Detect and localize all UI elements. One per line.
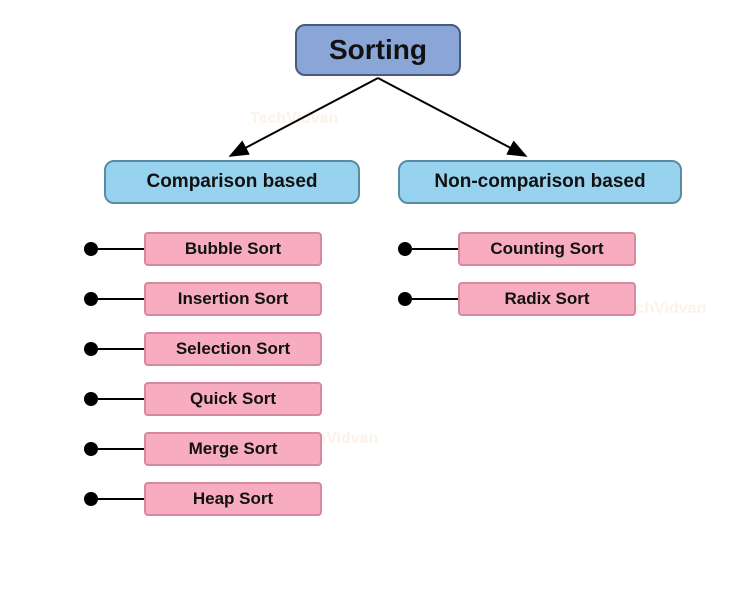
- root-label: Sorting: [329, 34, 427, 66]
- bullet-icon: [84, 242, 98, 256]
- item-label: Heap Sort: [193, 489, 273, 509]
- item-quick-sort: Quick Sort: [144, 382, 322, 416]
- bullet-icon: [84, 342, 98, 356]
- root-node: Sorting: [295, 24, 461, 76]
- item-bubble-sort: Bubble Sort: [144, 232, 322, 266]
- connector-line: [98, 248, 144, 250]
- item-counting-sort: Counting Sort: [458, 232, 636, 266]
- item-selection-sort: Selection Sort: [144, 332, 322, 366]
- category-label: Comparison based: [146, 171, 317, 193]
- category-label: Non-comparison based: [434, 171, 645, 193]
- watermark: TechVidvan: [250, 110, 338, 128]
- item-label: Counting Sort: [490, 239, 603, 259]
- connector-line: [98, 398, 144, 400]
- bullet-icon: [84, 292, 98, 306]
- item-label: Merge Sort: [189, 439, 278, 459]
- category-comparison: Comparison based: [104, 160, 360, 204]
- bullet-icon: [398, 242, 412, 256]
- connector-line: [98, 498, 144, 500]
- connector-line: [98, 298, 144, 300]
- item-label: Selection Sort: [176, 339, 290, 359]
- item-label: Bubble Sort: [185, 239, 281, 259]
- item-radix-sort: Radix Sort: [458, 282, 636, 316]
- item-heap-sort: Heap Sort: [144, 482, 322, 516]
- connector-line: [98, 348, 144, 350]
- connector-line: [412, 298, 458, 300]
- bullet-icon: [84, 392, 98, 406]
- bullet-icon: [84, 442, 98, 456]
- item-merge-sort: Merge Sort: [144, 432, 322, 466]
- item-label: Radix Sort: [504, 289, 589, 309]
- connector-line: [98, 448, 144, 450]
- item-label: Quick Sort: [190, 389, 276, 409]
- item-label: Insertion Sort: [178, 289, 289, 309]
- bullet-icon: [398, 292, 412, 306]
- item-insertion-sort: Insertion Sort: [144, 282, 322, 316]
- category-noncomparison: Non-comparison based: [398, 160, 682, 204]
- connector-line: [412, 248, 458, 250]
- bullet-icon: [84, 492, 98, 506]
